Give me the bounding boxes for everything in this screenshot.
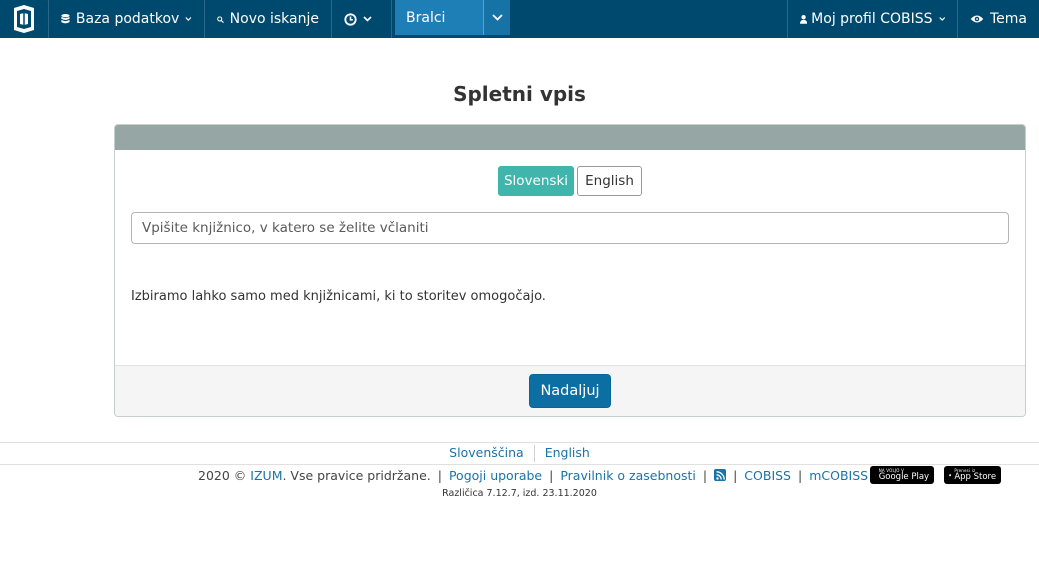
footer-links: 2020 © IZUM . Vse pravice pridržane. | P… <box>198 466 1002 484</box>
copyright-prefix: 2020 © <box>198 467 247 483</box>
apple-icon <box>949 473 952 477</box>
library-search-input[interactable] <box>131 212 1009 244</box>
google-play-text: Google Play <box>878 472 930 482</box>
chevron-down-icon <box>363 16 372 22</box>
new-search-label: Novo iskanje <box>229 11 319 27</box>
database-menu[interactable]: Baza podatkov <box>49 0 205 38</box>
rss-icon[interactable] <box>714 469 727 481</box>
enrollment-panel: Slovenski English Izbiramo lahko samo me… <box>114 124 1026 417</box>
clock-icon <box>344 12 357 26</box>
panel-header <box>115 125 1025 150</box>
footer-language-links: Slovenščina English <box>0 445 1039 462</box>
footer-separator: | <box>702 467 708 483</box>
app-store-text: App Store <box>954 472 997 482</box>
user-icon <box>800 14 808 24</box>
footer-language-slovenscina[interactable]: Slovenščina <box>439 445 534 462</box>
profile-menu[interactable]: Moj profil COBISS <box>787 0 958 38</box>
continue-button[interactable]: Nadaljuj <box>529 374 611 408</box>
copyright-suffix: . Vse pravice pridržane. <box>282 467 431 483</box>
readers-dropdown-toggle[interactable] <box>483 0 510 35</box>
profile-menu-label: Moj profil COBISS <box>811 11 933 27</box>
database-menu-label: Baza podatkov <box>75 11 180 27</box>
footer-separator: | <box>437 467 442 483</box>
theme-menu[interactable]: Tema <box>958 0 1039 38</box>
readers-menu[interactable]: Bralci <box>395 0 510 35</box>
search-icon <box>217 15 224 23</box>
footer-divider-bottom <box>0 464 1039 465</box>
chevron-down-icon <box>185 17 192 21</box>
cobiss-link[interactable]: COBISS <box>744 468 791 483</box>
izum-link[interactable]: IZUM <box>250 468 282 483</box>
chevron-down-icon <box>938 17 945 21</box>
footer-language-english[interactable]: English <box>535 445 600 462</box>
info-text: Izbiramo lahko samo med knjižnicami, ki … <box>131 289 546 304</box>
terms-of-use-link[interactable]: Pogoji uporabe <box>449 468 542 483</box>
eye-icon <box>970 15 984 23</box>
database-icon <box>61 14 70 24</box>
google-play-badge[interactable]: NA VOLJO V Google Play <box>870 466 935 484</box>
app-store-badge[interactable]: Prenesi iz App Store <box>944 466 1002 484</box>
history-menu[interactable] <box>332 0 392 38</box>
rss-glyph-icon <box>715 470 725 480</box>
language-button-english[interactable]: English <box>577 166 642 196</box>
footer-divider-top <box>0 442 1039 443</box>
readers-menu-label[interactable]: Bralci <box>395 0 483 35</box>
cobiss-logo[interactable] <box>0 0 49 38</box>
panel-footer: Nadaljuj <box>115 365 1025 416</box>
privacy-policy-link[interactable]: Pravilnik o zasebnosti <box>560 468 696 483</box>
footer-separator: | <box>733 467 738 483</box>
theme-menu-label: Tema <box>989 11 1027 27</box>
cobiss-book-logo-icon <box>14 5 34 33</box>
footer-separator: | <box>549 467 554 483</box>
top-navbar: Baza podatkov Novo iskanje Bralci Moj pr… <box>0 0 1039 38</box>
page-title: Spletni vpis <box>453 82 586 106</box>
new-search-link[interactable]: Novo iskanje <box>205 0 332 38</box>
version-info: Različica 7.12.7, izd. 23.11.2020 <box>442 488 597 499</box>
google-play-icon <box>875 474 876 476</box>
language-button-slovenski[interactable]: Slovenski <box>498 166 574 196</box>
mcobiss-link[interactable]: mCOBISS <box>809 468 868 483</box>
chevron-down-icon <box>491 14 503 21</box>
language-toggle: Slovenski English <box>498 166 642 196</box>
footer-separator: | <box>798 467 803 483</box>
